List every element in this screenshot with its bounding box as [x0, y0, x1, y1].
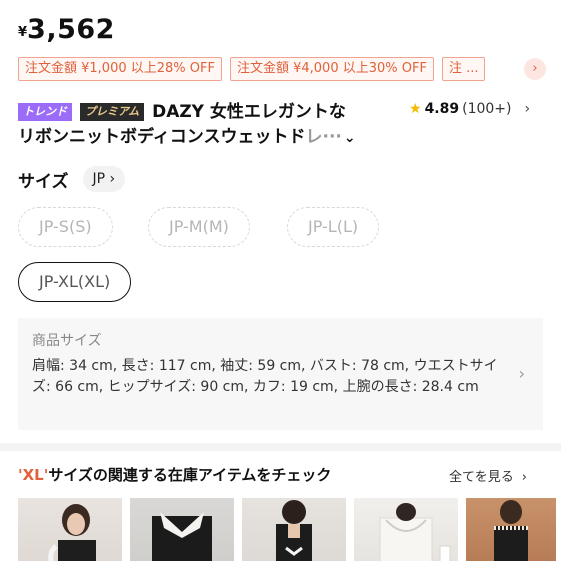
- related-items-title: 'XL'サイズの関連する在庫アイテムをチェック: [18, 464, 331, 485]
- premium-badge: プレミアム: [79, 103, 145, 121]
- chevron-down-icon[interactable]: ⌄: [344, 130, 356, 146]
- trend-badge: トレンド: [18, 103, 72, 121]
- coupon-badge[interactable]: 注 ...: [441, 57, 486, 81]
- title-line-2-text: リボンニットボディコンスウェットド: [18, 127, 306, 147]
- dress-photo-3: [276, 500, 312, 561]
- coupon-more-button[interactable]: ›: [524, 58, 546, 80]
- product-thumbnail[interactable]: [242, 498, 346, 561]
- coupon-badge[interactable]: 注文金額 ¥4,000 以上30% OFF: [229, 57, 434, 81]
- chevron-right-icon: ›: [532, 61, 538, 76]
- rating-count: (100+): [462, 101, 512, 117]
- size-region-selector[interactable]: JP ›: [82, 166, 126, 192]
- title-line-2: リボンニットボディコンスウェットドレ··· ⌄: [18, 125, 413, 151]
- star-icon: ★: [409, 101, 422, 117]
- chevron-right-icon: ›: [518, 364, 525, 383]
- product-thumbnail[interactable]: [130, 498, 234, 561]
- size-region-label: JP: [92, 171, 106, 187]
- product-thumbnail[interactable]: [466, 498, 556, 561]
- dress-photo-5: [494, 500, 528, 561]
- size-spec-text: 肩幅: 34 cm, 長さ: 117 cm, 袖丈: 59 cm, バスト: 7…: [32, 358, 498, 395]
- size-option-m[interactable]: JP-M(M): [148, 207, 250, 247]
- price-amount: 3,562: [27, 14, 115, 45]
- chevron-right-icon: ›: [521, 470, 527, 485]
- dress-photo-2: [152, 512, 212, 561]
- size-header: サイズ JP ›: [18, 166, 126, 192]
- size-spec-title: 商品サイズ: [32, 333, 102, 349]
- price: ¥3,562: [18, 14, 115, 45]
- dress-photo-1: [48, 504, 96, 561]
- dress-photo-4: [379, 503, 451, 561]
- chevron-right-icon: ›: [109, 171, 116, 187]
- currency-symbol: ¥: [18, 25, 28, 40]
- chevron-right-icon: ›: [524, 101, 531, 117]
- related-size-highlight: 'XL': [18, 466, 49, 484]
- product-title[interactable]: トレンド プレミアム DAZY 女性エレガントな リボンニットボディコンスウェッ…: [18, 100, 413, 151]
- related-items-list: [18, 498, 556, 561]
- size-option-xl[interactable]: JP-XL(XL): [18, 262, 132, 302]
- size-option-l[interactable]: JP-L(L): [287, 207, 380, 247]
- rating[interactable]: ★ 4.89 (100+) ›: [409, 101, 530, 117]
- title-line-1: DAZY 女性エレガントな: [152, 102, 346, 122]
- size-option-s[interactable]: JP-S(S): [18, 207, 113, 247]
- see-all-label: 全てを見る: [449, 470, 514, 485]
- section-divider: [0, 443, 561, 451]
- rating-score: 4.89: [424, 101, 460, 117]
- product-thumbnail[interactable]: [354, 498, 458, 561]
- size-label: サイズ: [18, 171, 69, 192]
- related-title-text: サイズの関連する在庫アイテムをチェック: [48, 466, 332, 484]
- product-thumbnail[interactable]: [18, 498, 122, 561]
- title-line-2-fade: レ···: [305, 127, 342, 147]
- size-spec-panel[interactable]: 商品サイズ 肩幅: 34 cm, 長さ: 117 cm, 袖丈: 59 cm, …: [18, 318, 543, 430]
- coupon-list: 注文金額 ¥1,000 以上28% OFF 注文金額 ¥4,000 以上30% …: [18, 57, 486, 81]
- see-all-link[interactable]: 全てを見る ›: [449, 466, 527, 485]
- coupon-badge[interactable]: 注文金額 ¥1,000 以上28% OFF: [18, 57, 222, 81]
